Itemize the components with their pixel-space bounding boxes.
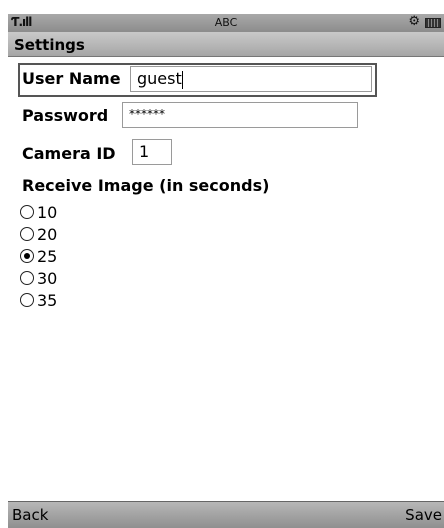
password-field[interactable]: ****** (122, 102, 358, 128)
user-name-label: User Name (22, 69, 121, 88)
radio-option-35[interactable]: 35 (20, 289, 57, 311)
status-bar: Ƭ.ıll ABC ⚙ (8, 14, 444, 32)
receive-image-label: Receive Image (in seconds) (22, 176, 270, 195)
radio-unchecked-icon (20, 293, 34, 307)
input-mode-indicator: ABC (214, 16, 238, 29)
radio-checked-icon (20, 249, 34, 263)
camera-id-value: 1 (139, 142, 150, 161)
radio-option-10[interactable]: 10 (20, 201, 57, 223)
user-name-field[interactable]: guest (130, 66, 372, 92)
camera-id-field[interactable]: 1 (132, 139, 172, 165)
radio-unchecked-icon (20, 271, 34, 285)
radio-option-25[interactable]: 25 (20, 245, 57, 267)
text-caret (181, 70, 183, 89)
radio-option-label: 10 (37, 202, 58, 222)
receive-image-radio-group: 10 20 25 30 35 (20, 201, 57, 311)
gear-icon: ⚙ (408, 14, 420, 29)
title-bar: Settings (8, 32, 444, 57)
back-button[interactable]: Back (12, 506, 48, 524)
password-value: ****** (129, 107, 165, 121)
softkey-bar: Back Save (8, 501, 444, 528)
radio-unchecked-icon (20, 205, 34, 219)
radio-option-label: 25 (37, 246, 58, 266)
radio-option-label: 30 (37, 268, 58, 288)
radio-unchecked-icon (20, 227, 34, 241)
radio-option-label: 20 (37, 224, 58, 244)
camera-id-label: Camera ID (22, 144, 116, 163)
page-title: Settings (14, 36, 85, 54)
battery-icon (425, 18, 441, 28)
radio-option-30[interactable]: 30 (20, 267, 57, 289)
radio-option-20[interactable]: 20 (20, 223, 57, 245)
user-name-value: guest (137, 69, 182, 88)
password-label: Password (22, 106, 109, 125)
settings-form: User Name guest Password ****** Camera I… (8, 57, 444, 501)
radio-option-label: 35 (37, 290, 58, 310)
save-button[interactable]: Save (405, 506, 442, 524)
